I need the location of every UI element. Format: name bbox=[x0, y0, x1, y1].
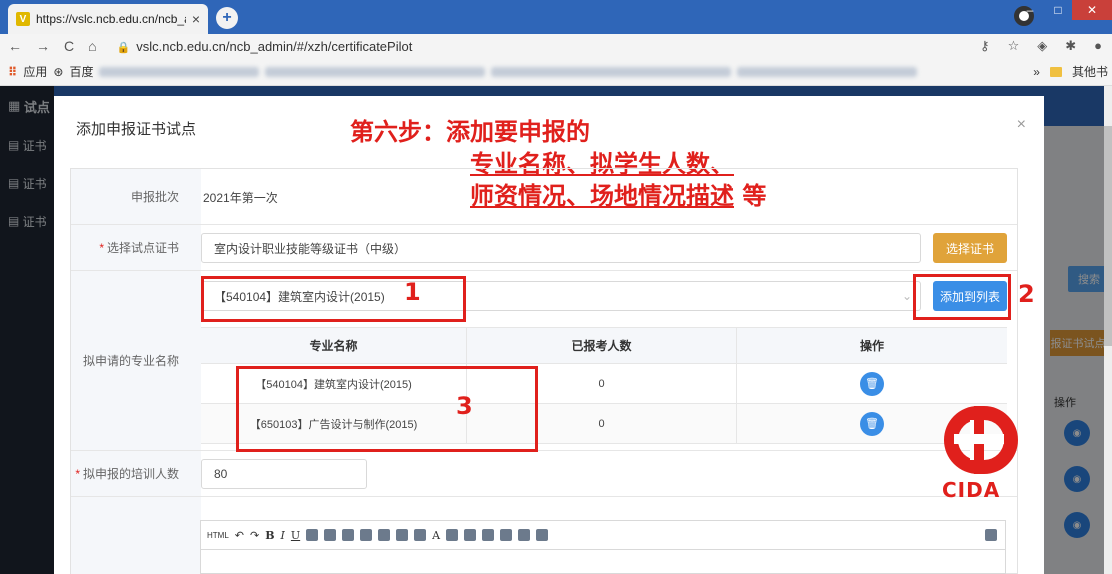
align-right-icon[interactable] bbox=[396, 529, 409, 541]
train-label: * 拟申报的培训人数 bbox=[71, 451, 201, 496]
batch-value: 2021年第一次 bbox=[203, 191, 278, 205]
browser-tab[interactable]: V https://vslc.ncb.edu.cn/ncb_ad × bbox=[8, 4, 208, 34]
cida-mark-icon bbox=[943, 406, 1018, 474]
rich-text-editor[interactable] bbox=[200, 550, 1006, 574]
url-host: vslc.ncb.edu.cn bbox=[136, 38, 226, 54]
blurred-bookmarks bbox=[491, 66, 732, 77]
col-header-op: 操作 bbox=[859, 339, 884, 353]
bookmark-overflow[interactable]: » bbox=[1033, 65, 1040, 79]
line-height-icon[interactable] bbox=[518, 529, 531, 541]
annotation-box-1 bbox=[201, 276, 466, 322]
reload-icon[interactable]: C bbox=[64, 38, 74, 54]
paste-icon[interactable] bbox=[324, 529, 337, 541]
window-controls: – □ ✕ bbox=[1016, 0, 1112, 22]
close-icon[interactable]: × bbox=[1017, 116, 1026, 134]
annotation-number-2: 2 bbox=[1018, 280, 1035, 308]
outdent-icon[interactable] bbox=[500, 529, 513, 541]
justify-icon[interactable] bbox=[414, 529, 427, 541]
address-bar: ← → C ⌂ 🔒 vslc.ncb.edu.cn/ncb_admin/#/xzh… bbox=[0, 34, 1112, 58]
eraser-icon[interactable] bbox=[342, 529, 355, 541]
account-icon[interactable]: ● bbox=[1094, 38, 1102, 54]
browser-tab-bar: V https://vslc.ncb.edu.cn/ncb_ad × + – □… bbox=[0, 0, 1112, 34]
key-icon[interactable]: ⚷ bbox=[980, 38, 990, 54]
addr-actions: ⚷ ☆ ◈ ✱ ● bbox=[980, 38, 1102, 54]
bookmarks-right: » 其他书 bbox=[1033, 63, 1108, 80]
tab-close-icon[interactable]: × bbox=[192, 11, 200, 27]
indent-icon[interactable] bbox=[482, 529, 495, 541]
extension-icon[interactable]: ◈ bbox=[1037, 38, 1047, 54]
bookmark-baidu[interactable]: 百度 bbox=[69, 63, 93, 80]
redo-icon[interactable]: ↷ bbox=[250, 529, 259, 542]
ordered-list-icon[interactable] bbox=[446, 529, 459, 541]
annotation-box-2 bbox=[913, 274, 1011, 320]
baidu-icon[interactable]: ⊛ bbox=[53, 65, 63, 79]
star-icon[interactable]: ☆ bbox=[1008, 38, 1020, 54]
table-header: 专业名称 已报考人数 操作 bbox=[201, 328, 1007, 364]
favicon-icon: V bbox=[16, 12, 30, 26]
tab-title: https://vslc.ncb.edu.cn/ncb_ad bbox=[36, 12, 186, 26]
major-label: 拟申请的专业名称 bbox=[71, 271, 201, 450]
cell-op: 🗑 bbox=[737, 364, 1007, 403]
blurred-bookmarks bbox=[265, 66, 486, 77]
bookmark-apps[interactable]: 应用 bbox=[23, 63, 47, 80]
underline-button[interactable]: U bbox=[291, 529, 300, 542]
add-pilot-modal: 添加申报证书试点 × 第六步：添加要申报的 专业名称、拟学生人数、 师资情况、场… bbox=[54, 96, 1044, 574]
modal-title: 添加申报证书试点 bbox=[76, 121, 197, 138]
bookmarks-bar: ⠿ 应用 ⊛ 百度 » 其他书 bbox=[0, 58, 1112, 86]
annotation-box-3 bbox=[236, 366, 538, 452]
col-header-name: 专业名称 bbox=[201, 328, 467, 363]
cert-input[interactable]: 室内设计职业技能等级证书（中级） bbox=[201, 233, 921, 263]
font-color-button[interactable]: A bbox=[432, 529, 440, 542]
italic-button[interactable]: I bbox=[281, 529, 285, 542]
format-brush-icon[interactable] bbox=[306, 529, 319, 541]
apps-grid-icon[interactable]: ⠿ bbox=[8, 65, 17, 79]
delete-icon[interactable]: 🗑 bbox=[860, 411, 884, 436]
batch-row: 申报批次 2021年第一次 bbox=[71, 169, 1017, 225]
choose-cert-button[interactable]: 选择证书 bbox=[933, 233, 1007, 263]
scrollbar-thumb[interactable] bbox=[1104, 126, 1112, 346]
back-icon[interactable]: ← bbox=[8, 38, 22, 54]
home-icon[interactable]: ⌂ bbox=[88, 38, 96, 54]
batch-label: 申报批次 bbox=[71, 169, 201, 224]
chevron-down-icon: ⌄ bbox=[901, 289, 912, 303]
editor-label bbox=[71, 497, 201, 574]
unordered-list-icon[interactable] bbox=[464, 529, 477, 541]
maximize-icon[interactable]: □ bbox=[1044, 0, 1072, 20]
blurred-bookmarks bbox=[99, 66, 260, 77]
html-button[interactable]: HTML bbox=[207, 531, 229, 540]
annotation-number-1: 1 bbox=[404, 278, 421, 306]
bookmark-other[interactable]: 其他书 bbox=[1072, 63, 1108, 80]
url-path: /ncb_admin/#/xzh/certificatePilot bbox=[225, 38, 413, 54]
cida-logo-text: CIDA bbox=[942, 478, 1001, 502]
forward-icon[interactable]: → bbox=[36, 38, 50, 54]
window-close-icon[interactable]: ✕ bbox=[1072, 0, 1112, 20]
pilot-form: 申报批次 2021年第一次 * 选择试点证书 室内设计职业技能等级证书（中级） 选… bbox=[70, 168, 1018, 574]
new-tab-button[interactable]: + bbox=[216, 7, 238, 29]
train-count-input[interactable]: 80 bbox=[201, 459, 367, 489]
folder-icon bbox=[1049, 66, 1062, 77]
lock-icon: 🔒 bbox=[116, 41, 131, 54]
puzzle-icon[interactable]: ✱ bbox=[1065, 38, 1076, 54]
align-left-icon[interactable] bbox=[360, 529, 373, 541]
annotation-number-3: 3 bbox=[456, 392, 473, 420]
cida-logo: CIDA bbox=[934, 400, 1024, 502]
train-row: * 拟申报的培训人数 80 bbox=[71, 451, 1017, 497]
annotation-line1: 第六步：添加要申报的 bbox=[350, 118, 590, 146]
bold-button[interactable]: B bbox=[265, 529, 274, 542]
blurred-bookmarks bbox=[737, 66, 918, 77]
cert-row: * 选择试点证书 室内设计职业技能等级证书（中级） 选择证书 bbox=[71, 225, 1017, 271]
page-scrollbar[interactable] bbox=[1104, 86, 1112, 574]
minimize-icon[interactable]: – bbox=[1016, 0, 1044, 20]
url-field[interactable]: 🔒 vslc.ncb.edu.cn/ncb_admin/#/xzh/certifi… bbox=[117, 39, 413, 54]
cert-label: * 选择试点证书 bbox=[71, 225, 201, 270]
fullscreen-icon[interactable] bbox=[985, 529, 997, 541]
table-icon[interactable] bbox=[536, 529, 549, 541]
undo-icon[interactable]: ↶ bbox=[235, 529, 244, 542]
delete-icon[interactable]: 🗑 bbox=[860, 371, 884, 396]
editor-toolbar: HTML ↶ ↷ B I U A bbox=[200, 520, 1006, 550]
align-center-icon[interactable] bbox=[378, 529, 391, 541]
col-header-count: 已报考人数 bbox=[467, 328, 737, 363]
